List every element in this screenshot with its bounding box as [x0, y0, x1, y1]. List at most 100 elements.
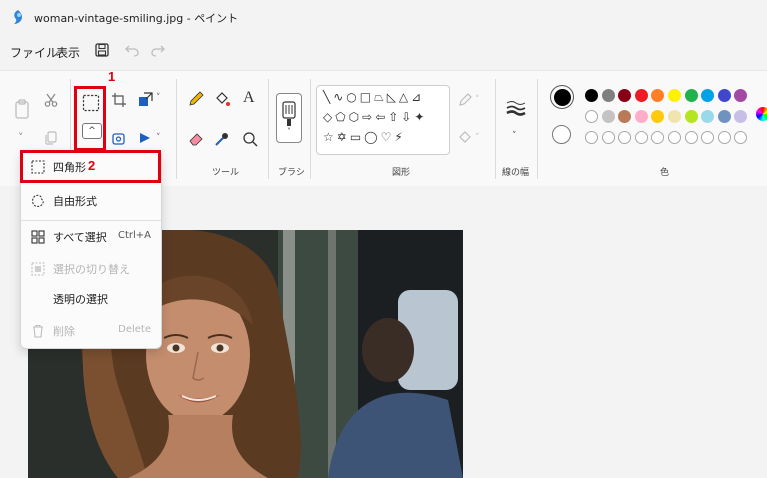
outline-icon[interactable] — [458, 93, 472, 107]
color-swatch[interactable] — [585, 89, 598, 102]
menu-file[interactable]: ファイル — [10, 44, 58, 61]
menu-item-select-all[interactable]: すべて選択 Ctrl+A — [21, 223, 161, 251]
colors-group-label: 色 — [660, 168, 670, 178]
separator — [268, 79, 269, 179]
shapes-row-2[interactable]: ◇⬠⬡⇨⇦⇧⇩✦ — [323, 110, 427, 124]
color-swatch[interactable] — [618, 89, 632, 102]
color-swatch[interactable] — [634, 131, 648, 144]
separator — [537, 79, 538, 179]
annotation-number-2: 2 — [88, 158, 96, 173]
chevron-down-icon[interactable]: ˅ — [475, 133, 480, 143]
shapes-row-1[interactable]: ╲∿○□⏢◺△⊿ — [323, 90, 424, 105]
chevron-down-icon[interactable]: ˅ — [475, 95, 480, 105]
color-swatch[interactable] — [585, 131, 598, 144]
tools-group-label: ツール — [212, 168, 240, 178]
freeform-select-icon — [32, 194, 44, 208]
color-swatch[interactable] — [684, 89, 698, 102]
menu-shortcut: Ctrl+A — [117, 230, 151, 241]
color-swatch[interactable] — [684, 110, 698, 123]
brush-button[interactable]: ˅ — [276, 93, 302, 143]
menu-item-transparent-selection[interactable]: 透明の選択 — [21, 285, 161, 313]
trash-icon — [33, 324, 43, 338]
pencil-icon[interactable] — [188, 91, 204, 107]
title-bar: woman-vintage-smiling.jpg - ペイント — [0, 0, 767, 34]
menu-item-delete: 削除 Delete — [21, 317, 161, 345]
color-swatch[interactable] — [701, 89, 715, 102]
invert-selection-icon — [31, 262, 45, 276]
color-swatch[interactable] — [668, 131, 681, 144]
separator — [495, 79, 496, 179]
crop-icon[interactable] — [112, 93, 126, 107]
color-swatch[interactable] — [684, 131, 698, 144]
color-swatch[interactable] — [634, 89, 648, 102]
color-swatch[interactable] — [585, 110, 598, 123]
menu-item-invert-selection: 選択の切り替え — [21, 255, 161, 283]
color-swatch[interactable] — [734, 131, 748, 144]
menu-label: 透明の選択 — [53, 293, 108, 306]
window-title: woman-vintage-smiling.jpg - ペイント — [34, 12, 239, 25]
color-swatch[interactable] — [601, 110, 615, 123]
magnifier-icon[interactable] — [242, 131, 258, 147]
secondary-color[interactable] — [552, 125, 571, 144]
separator — [310, 79, 311, 179]
flip-icon[interactable] — [138, 131, 154, 145]
resize-icon[interactable] — [138, 91, 154, 107]
color-swatch[interactable] — [734, 89, 748, 102]
stroke-group-label: 線の幅 — [502, 168, 530, 178]
copy-icon[interactable] — [44, 131, 58, 145]
annotation-box-1 — [74, 86, 106, 151]
color-swatch[interactable] — [734, 110, 748, 123]
color-swatch[interactable] — [651, 110, 665, 123]
stroke-size-icon[interactable] — [506, 99, 526, 117]
color-swatch[interactable] — [651, 89, 665, 102]
chevron-down-icon[interactable]: ˅ — [512, 131, 517, 141]
color-swatch[interactable] — [601, 131, 615, 144]
image-ai-icon[interactable] — [112, 131, 126, 145]
save-icon[interactable] — [94, 42, 110, 58]
paste-icon[interactable] — [14, 99, 30, 119]
color-swatch[interactable] — [634, 110, 648, 123]
color-swatch[interactable] — [618, 110, 632, 123]
brush-icon — [282, 100, 296, 126]
menu-view[interactable]: 表示 — [56, 44, 80, 61]
text-tool-icon[interactable]: A — [243, 89, 255, 107]
chevron-down-icon: ˅ — [287, 126, 291, 136]
undo-icon[interactable] — [124, 43, 140, 57]
color-swatch[interactable] — [701, 131, 715, 144]
menu-shortcut: Delete — [118, 324, 151, 335]
shapes-group-label: 図形 — [392, 168, 411, 178]
menu-label: 選択の切り替え — [53, 263, 130, 276]
color-picker-icon[interactable] — [214, 131, 230, 147]
menu-separator — [21, 220, 161, 221]
color-swatch[interactable] — [717, 110, 731, 123]
paint-app-icon — [14, 10, 22, 24]
color-swatch[interactable] — [668, 89, 681, 102]
menu-label: 自由形式 — [53, 195, 97, 208]
color-swatch[interactable] — [651, 131, 665, 144]
color-swatch[interactable] — [717, 131, 731, 144]
color-swatch[interactable] — [601, 89, 615, 102]
color-swatch[interactable] — [618, 131, 632, 144]
chevron-down-icon[interactable]: ˅ — [156, 133, 161, 143]
shapes-gallery[interactable]: ╲∿○□⏢◺△⊿ ◇⬠⬡⇨⇦⇧⇩✦ ☆✡▭◯♡⚡ — [316, 85, 450, 155]
color-swatch[interactable] — [717, 89, 731, 102]
edit-colors-button[interactable] — [756, 107, 767, 121]
select-all-icon — [31, 230, 45, 244]
color-swatch[interactable] — [701, 110, 715, 123]
chevron-down-icon[interactable]: ˅ — [156, 93, 161, 103]
brushes-group-label: ブラシ — [278, 168, 305, 178]
primary-color[interactable] — [550, 85, 574, 109]
menu-bar: ファイル 表示 — [0, 36, 767, 68]
color-swatch[interactable] — [668, 110, 681, 123]
annotation-number-1: 1 — [108, 69, 116, 84]
redo-icon[interactable] — [150, 43, 166, 57]
shapes-row-3[interactable]: ☆✡▭◯♡⚡ — [323, 130, 406, 144]
fill-icon[interactable] — [214, 91, 230, 107]
menu-item-freeform-select[interactable]: 自由形式 — [21, 187, 161, 215]
menu-label: 削除 — [53, 325, 75, 338]
shape-fill-icon[interactable] — [458, 131, 472, 145]
menu-label: すべて選択 — [53, 231, 107, 244]
eraser-icon[interactable] — [188, 131, 204, 147]
cut-icon[interactable] — [44, 93, 58, 107]
chevron-down-icon[interactable]: ˅ — [18, 131, 24, 144]
